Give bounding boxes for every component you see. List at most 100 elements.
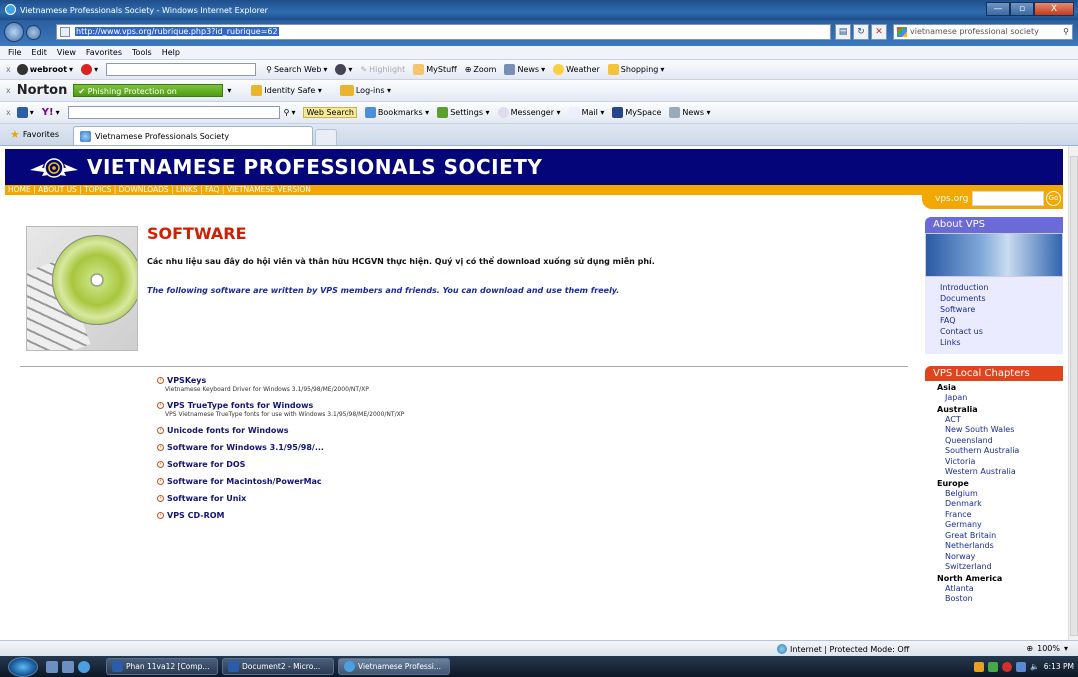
about-link-software[interactable]: Software	[940, 304, 1063, 315]
minimize-button[interactable]: —	[986, 2, 1010, 16]
chapter-link[interactable]: Norway	[937, 552, 1063, 563]
mail-button[interactable]: Mail ▾	[568, 107, 604, 118]
search-web-button[interactable]: ⚲ Search Web ▾	[266, 65, 327, 74]
shopping-button[interactable]: Shopping ▾	[607, 64, 664, 75]
stop-button[interactable]: ✕	[871, 24, 887, 40]
yahoo-news-button[interactable]: News ▾	[669, 107, 711, 118]
chapter-link[interactable]: Belgium	[937, 489, 1063, 500]
globe-menu[interactable]: ▾	[335, 64, 352, 75]
scrollbar-thumb[interactable]	[1070, 156, 1078, 636]
tray-icon[interactable]	[988, 661, 999, 672]
volume-icon[interactable]: 🔈	[1030, 662, 1039, 671]
about-link-links[interactable]: Links	[940, 337, 1063, 348]
toolbar-close-icon[interactable]: x	[6, 65, 11, 74]
about-link-introduction[interactable]: Introduction	[940, 282, 1063, 293]
forward-button[interactable]	[26, 25, 41, 40]
toolbar-close-icon[interactable]: x	[6, 108, 11, 117]
nav-topics[interactable]: TOPICS	[84, 185, 111, 194]
search-input[interactable]: vietnamese professional society ⚲	[893, 24, 1073, 40]
myspace-button[interactable]: MySpace	[612, 107, 661, 118]
phishing-protection-status[interactable]: ✔ Phishing Protection on	[73, 84, 224, 97]
nav-links[interactable]: LINKS	[176, 185, 198, 194]
software-link[interactable]: › Software for DOS	[157, 460, 657, 469]
menu-view[interactable]: View	[57, 48, 76, 57]
chapter-link[interactable]: Western Australia	[937, 467, 1063, 478]
chapter-link[interactable]: Netherlands	[937, 541, 1063, 552]
ie-quicklaunch-icon[interactable]	[78, 660, 90, 673]
web-search-button[interactable]: Web Search	[303, 107, 357, 118]
nav-faq[interactable]: FAQ	[205, 185, 220, 194]
compatibility-view-button[interactable]: ▤	[835, 24, 851, 40]
start-button[interactable]	[8, 656, 38, 677]
software-link[interactable]: › Software for Macintosh/PowerMac	[157, 477, 657, 486]
logins-button[interactable]: Log-ins ▾	[339, 85, 391, 96]
menu-tools[interactable]: Tools	[132, 48, 152, 57]
windows-menu[interactable]: ▾	[16, 107, 34, 118]
site-search-go-button[interactable]: Go	[1046, 191, 1061, 206]
taskbar-button-word-1[interactable]: Phan 11va12 [Comp...	[106, 658, 218, 675]
chapter-link[interactable]: Southern Australia	[937, 446, 1063, 457]
settings-button[interactable]: Settings ▾	[437, 107, 490, 118]
taskbar-button-ie[interactable]: Vietnamese Professi...	[338, 658, 450, 675]
chapter-link[interactable]: France	[937, 510, 1063, 521]
close-button[interactable]: X	[1034, 2, 1074, 16]
toolbar-close-icon[interactable]: x	[6, 86, 11, 95]
chapter-link[interactable]: Queensland	[937, 436, 1063, 447]
yahoo-menu[interactable]: Y! ▾	[42, 107, 60, 118]
security-zone[interactable]: Internet | Protected Mode: Off	[777, 644, 909, 654]
chapter-link[interactable]: Japan	[937, 393, 1063, 404]
menu-file[interactable]: File	[8, 48, 21, 57]
software-link[interactable]: › VPS TrueType fonts for Windows	[157, 401, 657, 410]
search-icon[interactable]: ⚲	[1063, 25, 1069, 39]
clock[interactable]: 6:13 PM	[1044, 662, 1074, 671]
maximize-button[interactable]: ▫	[1010, 2, 1034, 16]
refresh-button[interactable]: ↻	[853, 24, 869, 40]
highlight-button[interactable]: ✎ Highlight	[360, 65, 405, 74]
favorites-button[interactable]: ★ Favorites	[4, 125, 65, 143]
network-icon[interactable]	[1016, 661, 1027, 672]
switch-windows-icon[interactable]	[62, 660, 74, 673]
show-desktop-icon[interactable]	[46, 660, 58, 673]
software-link[interactable]: › Unicode fonts for Windows	[157, 426, 657, 435]
messenger-button[interactable]: Messenger ▾	[497, 107, 561, 118]
chapter-link[interactable]: Boston	[937, 594, 1063, 605]
chapter-link[interactable]: Atlanta	[937, 584, 1063, 595]
about-link-documents[interactable]: Documents	[940, 293, 1063, 304]
identity-safe-button[interactable]: Identity Safe ▾	[251, 85, 322, 96]
tab-vps[interactable]: Vietnamese Professionals Society	[73, 126, 314, 145]
menu-help[interactable]: Help	[162, 48, 180, 57]
chapter-link[interactable]: Victoria	[937, 457, 1063, 468]
tray-icon[interactable]	[974, 661, 985, 672]
about-link-faq[interactable]: FAQ	[940, 315, 1063, 326]
news-button[interactable]: News ▾	[504, 64, 545, 75]
yahoo-search-input[interactable]	[67, 106, 280, 119]
mystuff-button[interactable]: MyStuff	[413, 64, 457, 75]
nav-home[interactable]: HOME	[8, 185, 31, 194]
zoom-button[interactable]: ⊕ Zoom	[465, 65, 497, 74]
webroot-menu[interactable]: webroot ▾	[16, 64, 73, 75]
software-link[interactable]: › Software for Windows 3.1/95/98/...	[157, 443, 657, 452]
weather-button[interactable]: Weather	[553, 64, 600, 75]
nav-about-us[interactable]: ABOUT US	[38, 185, 77, 194]
toolbar-search-input[interactable]	[106, 63, 257, 76]
site-search-input[interactable]	[972, 191, 1044, 206]
phishing-dropdown-icon[interactable]: ▾	[227, 86, 231, 95]
software-link[interactable]: › Software for Unix	[157, 494, 657, 503]
chapter-link[interactable]: Switzerland	[937, 562, 1063, 573]
nav-downloads[interactable]: DOWNLOADS	[119, 185, 169, 194]
chapter-link[interactable]: ACT	[937, 415, 1063, 426]
chapter-link[interactable]: New South Wales	[937, 425, 1063, 436]
tray-icon[interactable]	[1002, 661, 1013, 672]
menu-edit[interactable]: Edit	[31, 48, 47, 57]
about-link-contact-us[interactable]: Contact us	[940, 326, 1063, 337]
menu-favorites[interactable]: Favorites	[86, 48, 122, 57]
chapter-link[interactable]: Denmark	[937, 499, 1063, 510]
chapter-link[interactable]: Germany	[937, 520, 1063, 531]
software-link[interactable]: › VPSKeys	[157, 376, 657, 385]
bookmarks-button[interactable]: Bookmarks ▾	[364, 107, 429, 118]
zoom-control[interactable]: ⊕ 100% ▾	[1026, 644, 1068, 653]
back-button[interactable]	[4, 22, 24, 42]
taskbar-button-word-2[interactable]: Document2 - Micro...	[222, 658, 334, 675]
chapter-link[interactable]: Great Britain	[937, 531, 1063, 542]
yahoo-search-dropdown[interactable]: ⚲ ▾	[284, 108, 296, 117]
